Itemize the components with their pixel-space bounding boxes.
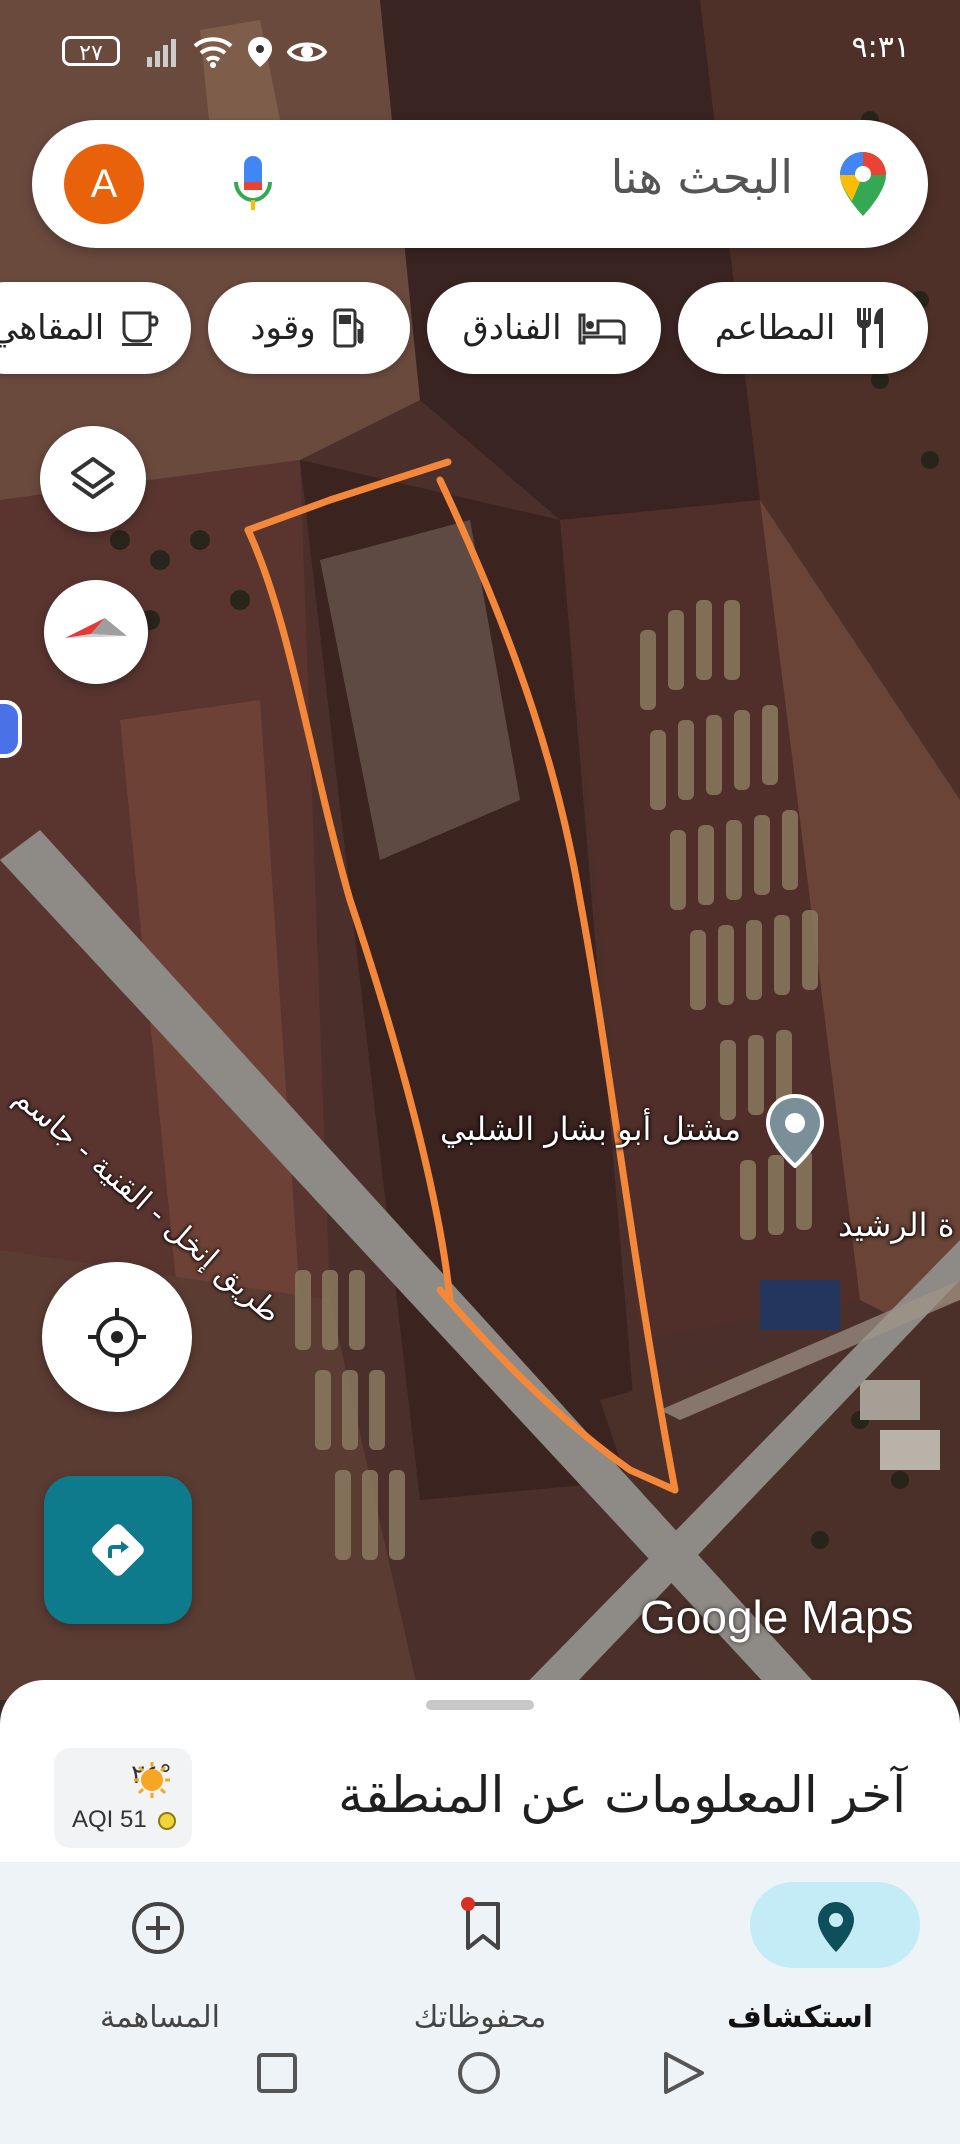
- home-icon[interactable]: [456, 2050, 502, 2096]
- hotel-icon: [578, 313, 626, 345]
- account-avatar[interactable]: A: [64, 144, 144, 224]
- place-label[interactable]: مشتل أبو بشار الشلبي: [440, 1110, 741, 1148]
- location-icon: [248, 37, 272, 67]
- category-chips: المطاعم الفنادق وقود المقاهي: [0, 282, 960, 374]
- weather-widget[interactable]: ٢٤° AQI 51: [54, 1748, 192, 1848]
- directions-icon: [92, 1524, 144, 1576]
- aqi-value: AQI 51: [72, 1806, 147, 1833]
- explore-pin-icon: [818, 1902, 854, 1952]
- fuel-icon: [333, 308, 364, 348]
- layers-icon: [71, 457, 115, 499]
- satellite-map[interactable]: طريق إنخل - القنية - جاسم مشتل أبو بشار …: [0, 0, 960, 1700]
- tab-label: المساهمة: [100, 2000, 220, 2035]
- partial-place-label[interactable]: ة الرشيد: [838, 1206, 955, 1244]
- back-icon[interactable]: [662, 2050, 706, 2096]
- google-maps-watermark: Google Maps: [640, 1591, 914, 1643]
- chip-hotels[interactable]: الفنادق: [427, 282, 661, 374]
- my-location-button[interactable]: [42, 1262, 192, 1412]
- chip-label: الفنادق: [462, 308, 562, 348]
- user-location-dot: [0, 700, 22, 758]
- signal-icon: [147, 39, 176, 67]
- add-circle-icon: [132, 1902, 184, 1954]
- bottom-sheet[interactable]: ٢٤° AQI 51 آخر المعلومات عن المنطقة: [0, 1680, 960, 1870]
- place-pin-icon[interactable]: [764, 1093, 826, 1172]
- microphone-icon[interactable]: [232, 154, 274, 218]
- directions-button[interactable]: [44, 1476, 192, 1624]
- restaurant-icon: [857, 308, 884, 348]
- search-bar[interactable]: A البحث هنا: [32, 120, 928, 248]
- tab-label: محفوظاتك: [413, 2000, 547, 2035]
- compass-button[interactable]: [44, 580, 148, 684]
- satellite-imagery: [0, 0, 960, 1700]
- chip-fuel[interactable]: وقود: [208, 282, 410, 374]
- tab-label: استكشاف: [726, 2000, 874, 2035]
- crosshair-icon: [88, 1308, 146, 1366]
- chip-label: المطاعم: [714, 308, 836, 348]
- google-maps-pin-icon: [838, 150, 888, 222]
- search-placeholder[interactable]: البحث هنا: [611, 150, 793, 204]
- system-navigation-bar: [0, 2038, 960, 2144]
- chip-label: وقود: [250, 308, 316, 348]
- status-time: ٩:٣١: [851, 30, 910, 65]
- sun-icon: [134, 1762, 170, 1798]
- eye-icon: [287, 42, 327, 62]
- sheet-title: آخر المعلومات عن المنطقة: [338, 1766, 906, 1824]
- bottom-navigation: استكشاف محفوظاتك المساهمة: [0, 1862, 960, 2038]
- aqi-dot-icon: [158, 1812, 176, 1830]
- coffee-icon: [122, 311, 159, 346]
- wifi-icon: [193, 37, 233, 68]
- battery-icon: ٢٧: [62, 36, 120, 66]
- chip-coffee[interactable]: المقاهي: [0, 282, 191, 374]
- chip-restaurants[interactable]: المطاعم: [678, 282, 928, 374]
- compass-icon: [65, 618, 127, 638]
- chip-label: المقاهي: [0, 308, 105, 348]
- recents-icon[interactable]: [256, 2052, 298, 2094]
- sheet-drag-handle[interactable]: [426, 1700, 534, 1710]
- status-bar: ٩:٣١ ٢٧: [0, 0, 960, 100]
- bookmark-icon: [461, 1897, 500, 1950]
- layers-button[interactable]: [40, 426, 146, 532]
